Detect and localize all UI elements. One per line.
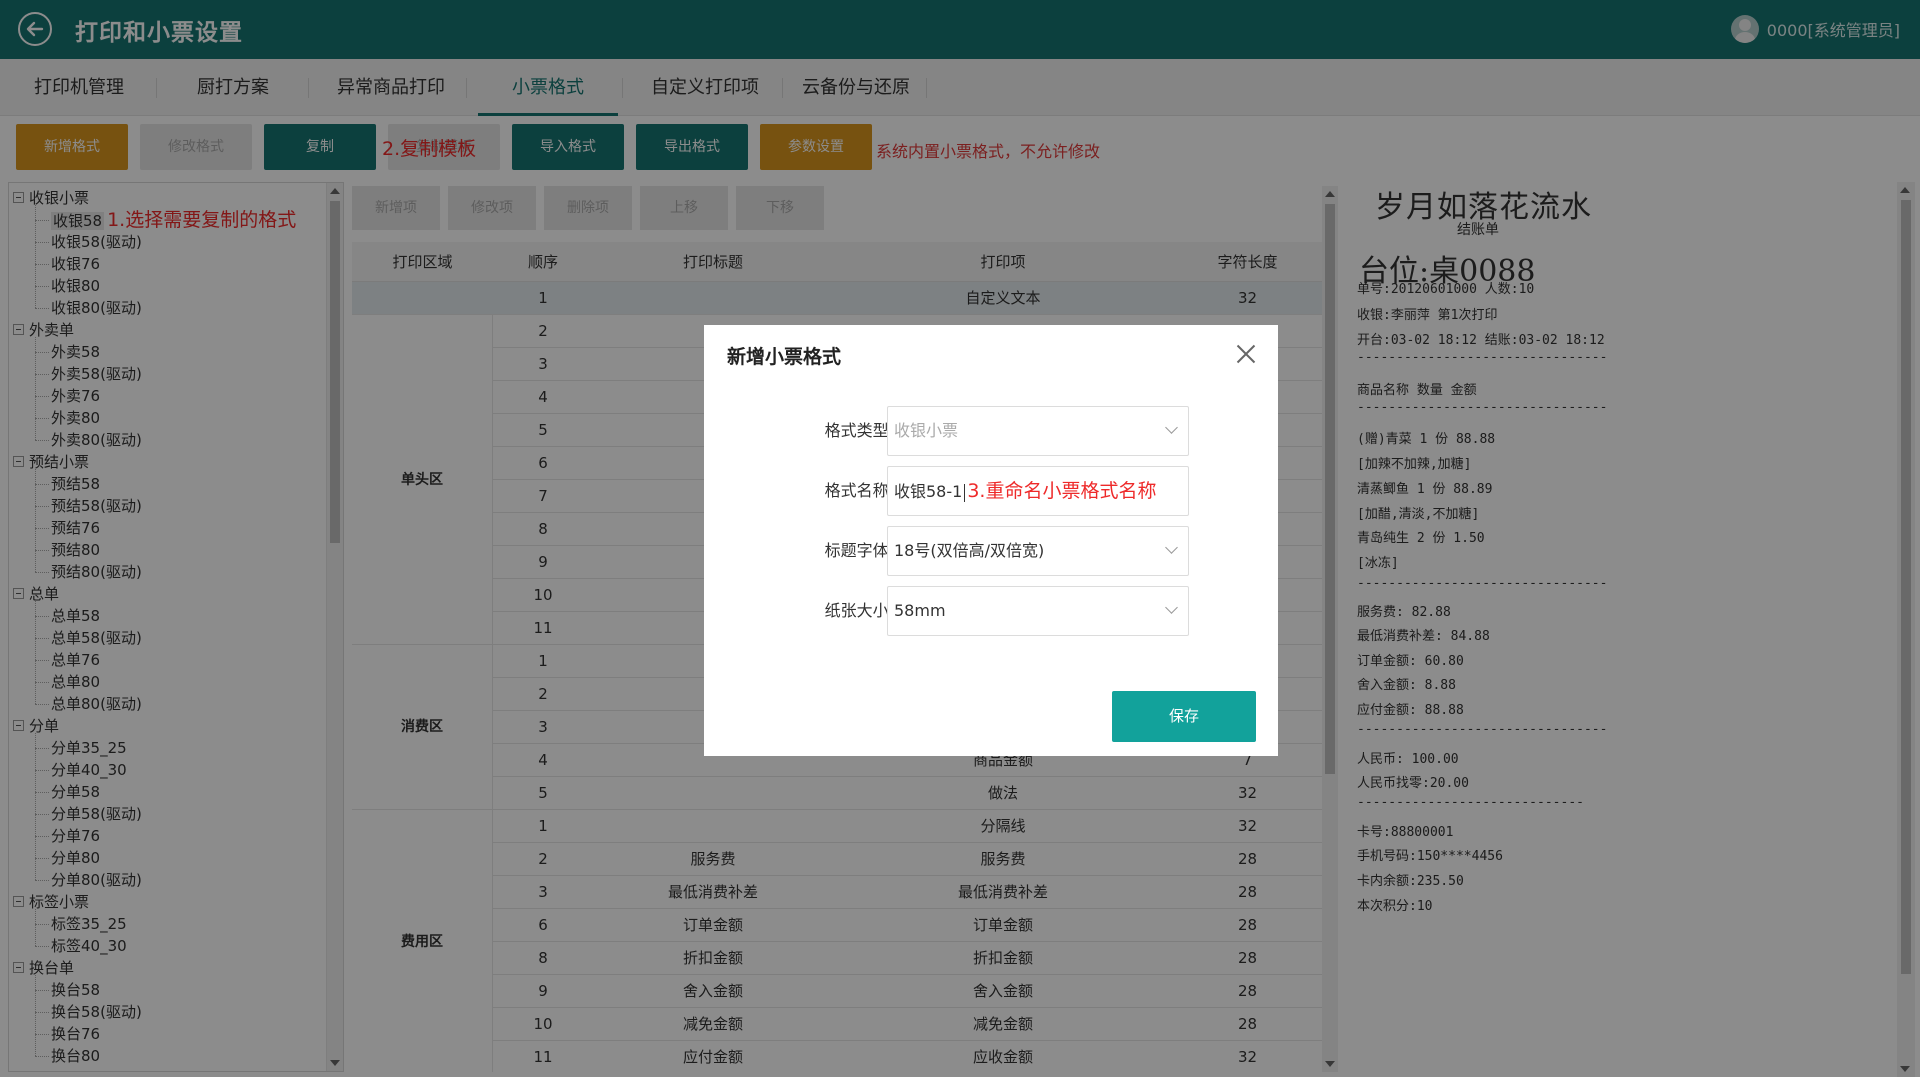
chevron-down-icon: [1166, 423, 1178, 435]
format-type-value: 收银小票: [894, 421, 959, 440]
format-name-value: 收银58-1: [894, 482, 963, 501]
close-icon[interactable]: [1234, 342, 1258, 366]
paper-size-label: 纸张大小:: [824, 601, 894, 620]
annotation-step-3: 3.重命名小票格式名称: [967, 480, 1157, 502]
title-font-select[interactable]: 18号(双倍高/双倍宽): [887, 526, 1189, 576]
title-font-label: 标题字体:: [824, 541, 894, 560]
chevron-down-icon: [1166, 603, 1178, 615]
text-caret: [964, 483, 966, 502]
paper-size-value: 58mm: [894, 601, 946, 620]
format-name-row: 格式名称: 收银58-1 3.重命名小票格式名称: [704, 466, 1278, 516]
format-type-label: 格式类型:: [824, 421, 894, 440]
dialog-title: 新增小票格式: [727, 346, 842, 368]
title-font-row: 标题字体: 18号(双倍高/双倍宽): [704, 526, 1278, 576]
title-font-value: 18号(双倍高/双倍宽): [894, 541, 1045, 560]
format-name-label: 格式名称:: [824, 481, 894, 500]
paper-size-select[interactable]: 58mm: [887, 586, 1189, 636]
format-name-input[interactable]: 收银58-1 3.重命名小票格式名称: [887, 466, 1189, 516]
add-format-dialog: 新增小票格式 格式类型: 收银小票 格式名称: 收银58-1 3.重命名小票格式名…: [704, 325, 1278, 756]
paper-size-row: 纸张大小: 58mm: [704, 586, 1278, 636]
format-type-select[interactable]: 收银小票: [887, 406, 1189, 456]
chevron-down-icon: [1166, 543, 1178, 555]
save-button[interactable]: 保存: [1112, 691, 1256, 742]
format-type-row: 格式类型: 收银小票: [704, 406, 1278, 456]
